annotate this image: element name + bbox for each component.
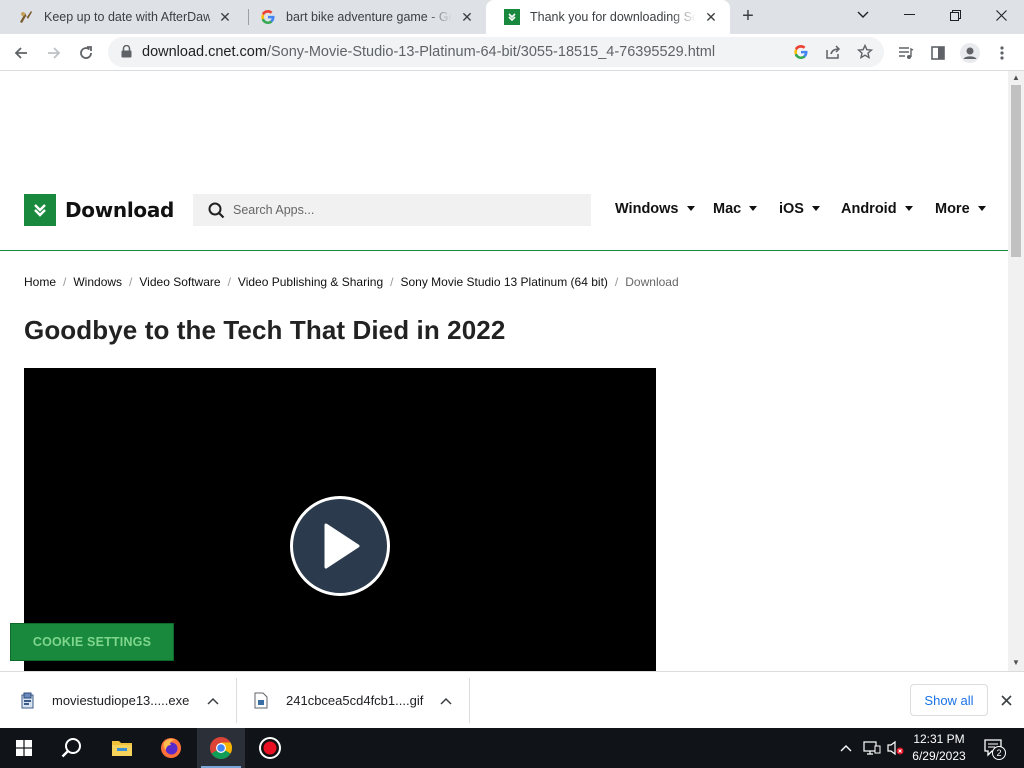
windows-taskbar: 12:31 PM 6/29/2023 2	[0, 728, 1024, 768]
cookie-settings-button[interactable]: COOKIE SETTINGS	[10, 623, 174, 661]
menu-kebab-icon[interactable]	[989, 40, 1015, 66]
close-tab-icon[interactable]: ✕	[702, 8, 720, 26]
breadcrumb-video-publishing[interactable]: Video Publishing & Sharing	[238, 275, 383, 289]
download-item[interactable]: moviestudiope13.....exe	[20, 672, 232, 729]
download-filename: moviestudiope13.....exe	[52, 693, 190, 708]
tab-strip: Keep up to date with AfterDawn! ✕ bart b…	[0, 0, 1024, 34]
download-logo-icon[interactable]	[24, 194, 56, 226]
search-box[interactable]	[193, 194, 591, 226]
page-scrollbar[interactable]: ▲ ▼	[1008, 71, 1024, 671]
close-download-bar-icon[interactable]	[997, 691, 1015, 709]
download-filename: 241cbcea5cd4fcb1....gif	[286, 693, 424, 708]
chevron-down-icon	[904, 205, 913, 211]
search-icon[interactable]	[48, 728, 96, 768]
chevron-up-icon[interactable]	[439, 694, 453, 708]
show-hidden-icons-chevron-icon[interactable]	[836, 728, 856, 768]
search-input[interactable]	[233, 200, 573, 220]
tab-search-chevron-icon[interactable]	[840, 0, 886, 30]
download-bar: moviestudiope13.....exe 241cbcea5cd4fcb1…	[0, 671, 1024, 728]
forward-arrow-icon[interactable]	[41, 40, 67, 66]
breadcrumb-windows[interactable]: Windows	[73, 275, 122, 289]
afterdawn-favicon	[18, 9, 34, 25]
address-bar[interactable]: download.cnet.com/Sony-Movie-Studio-13-P…	[108, 37, 884, 67]
download-separator	[469, 678, 470, 723]
browser-toolbar: download.cnet.com/Sony-Movie-Studio-13-P…	[0, 34, 1024, 71]
search-icon[interactable]	[208, 202, 225, 224]
screen-recorder-icon[interactable]	[246, 728, 294, 768]
google-lens-icon[interactable]	[792, 43, 810, 61]
clock-time: 12:31 PM	[913, 732, 965, 746]
scroll-up-icon[interactable]: ▲	[1012, 74, 1020, 82]
installer-icon	[20, 692, 36, 710]
nav-ios[interactable]: iOS	[779, 201, 820, 217]
download-item[interactable]: 241cbcea5cd4fcb1....gif	[254, 672, 464, 729]
network-icon[interactable]	[860, 728, 884, 768]
minimize-button[interactable]	[886, 0, 932, 30]
media-controls-icon[interactable]	[893, 40, 919, 66]
close-tab-icon[interactable]: ✕	[458, 8, 476, 26]
new-tab-button[interactable]: +	[737, 6, 759, 28]
site-logo-text[interactable]: Download	[65, 198, 174, 222]
notifications-icon[interactable]: 2	[980, 728, 1008, 768]
clock-date: 6/29/2023	[912, 749, 966, 763]
profile-avatar-icon[interactable]	[957, 40, 983, 66]
firefox-icon[interactable]	[147, 728, 195, 768]
nav-android[interactable]: Android	[841, 201, 913, 217]
chevron-down-icon	[977, 205, 986, 211]
file-icon	[254, 692, 270, 710]
scroll-down-icon[interactable]: ▼	[1012, 659, 1020, 667]
breadcrumb-home[interactable]: Home	[24, 275, 56, 289]
breadcrumb-video-software[interactable]: Video Software	[139, 275, 220, 289]
tab-google-search[interactable]: bart bike adventure game - Goog ✕	[242, 0, 486, 34]
chrome-icon[interactable]	[197, 728, 245, 768]
chevron-up-icon[interactable]	[206, 694, 220, 708]
breadcrumb-current: Download	[625, 275, 679, 289]
tab-cnet-download[interactable]: Thank you for downloading Sony ✕	[486, 0, 730, 34]
close-window-button[interactable]	[978, 0, 1024, 30]
page-content: Download Windows Mac iOS Android More Ho…	[0, 71, 1008, 671]
tab-title: Thank you for downloading Sony	[530, 10, 696, 24]
system-clock[interactable]: 12:31 PM 6/29/2023	[902, 731, 976, 765]
tab-title: bart bike adventure game - Goog	[286, 10, 452, 24]
back-arrow-icon[interactable]	[8, 40, 34, 66]
restore-button[interactable]	[932, 0, 978, 30]
file-explorer-icon[interactable]	[98, 728, 146, 768]
scroll-thumb[interactable]	[1011, 85, 1021, 257]
show-all-button[interactable]: Show all	[910, 684, 988, 716]
google-favicon	[260, 9, 276, 25]
nav-more[interactable]: More	[935, 201, 986, 217]
chevron-down-icon	[686, 205, 695, 211]
chevron-down-icon	[749, 205, 758, 211]
cnet-download-favicon	[504, 9, 520, 25]
close-tab-icon[interactable]: ✕	[216, 8, 234, 26]
page-title: Goodbye to the Tech That Died in 2022	[24, 315, 506, 345]
site-header: Download Windows Mac iOS Android More	[0, 189, 1008, 251]
play-icon[interactable]	[290, 496, 390, 596]
reload-icon[interactable]	[73, 40, 99, 66]
url-text[interactable]: download.cnet.com/Sony-Movie-Studio-13-P…	[142, 44, 715, 60]
breadcrumb-product[interactable]: Sony Movie Studio 13 Platinum (64 bit)	[400, 275, 607, 289]
nav-windows[interactable]: Windows	[615, 201, 695, 217]
breadcrumb: Home / Windows / Video Software / Video Publis…	[24, 275, 679, 289]
tab-title: Keep up to date with AfterDawn!	[44, 10, 210, 24]
download-separator	[236, 678, 237, 723]
windows-start-icon[interactable]	[0, 728, 48, 768]
bookmark-star-icon[interactable]	[856, 43, 874, 61]
lock-icon[interactable]	[121, 44, 132, 63]
chevron-down-icon	[811, 205, 820, 211]
tab-afterdawn[interactable]: Keep up to date with AfterDawn! ✕	[0, 0, 244, 34]
nav-mac[interactable]: Mac	[713, 201, 758, 217]
side-panel-icon[interactable]	[925, 40, 951, 66]
notification-count-badge: 2	[992, 746, 1006, 760]
share-icon[interactable]	[824, 43, 842, 61]
